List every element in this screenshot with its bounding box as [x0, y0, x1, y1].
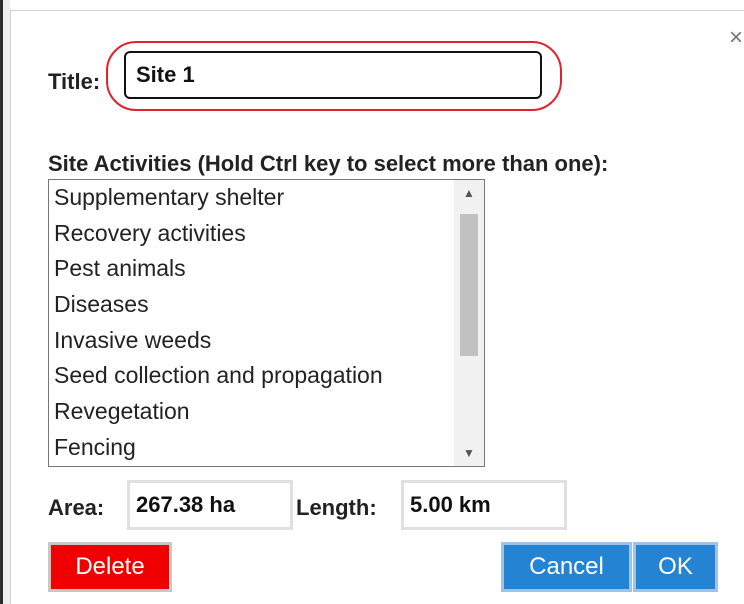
title-label: Title: [48, 69, 101, 94]
area-field[interactable] [127, 480, 293, 530]
list-item[interactable]: Diseases [49, 287, 484, 323]
ok-button[interactable]: OK [633, 542, 718, 592]
list-item[interactable]: Supplementary shelter [49, 180, 484, 216]
list-item[interactable]: Revegetation [49, 394, 484, 430]
title-input[interactable] [124, 51, 542, 99]
scroll-down-icon[interactable]: ▼ [454, 440, 484, 466]
scroll-up-icon[interactable]: ▲ [454, 180, 484, 206]
list-item[interactable]: Seed collection and propagation [49, 358, 484, 394]
length-label: Length: [296, 495, 377, 520]
site-dialog: × Title: Site Activities (Hold Ctrl key … [10, 10, 744, 604]
site-activities-label: Site Activities (Hold Ctrl key to select… [48, 151, 609, 176]
background-window-edge [0, 0, 10, 604]
close-icon[interactable]: × [723, 25, 744, 51]
list-item[interactable]: Fencing [49, 430, 484, 466]
delete-button[interactable]: Delete [48, 542, 172, 592]
length-field[interactable] [401, 480, 567, 530]
list-item[interactable]: Pest animals [49, 251, 484, 287]
activity-list: Supplementary shelter Recovery activities… [49, 180, 484, 466]
listbox-scrollbar[interactable]: ▲ ▼ [454, 180, 484, 466]
list-item[interactable]: Invasive weeds [49, 323, 484, 359]
background-window-strip [0, 0, 3, 604]
cancel-button[interactable]: Cancel [501, 542, 632, 592]
site-activities-listbox[interactable]: Supplementary shelter Recovery activities… [48, 179, 485, 467]
area-label: Area: [48, 495, 105, 520]
scrollbar-thumb[interactable] [460, 214, 478, 356]
list-item[interactable]: Recovery activities [49, 216, 484, 252]
